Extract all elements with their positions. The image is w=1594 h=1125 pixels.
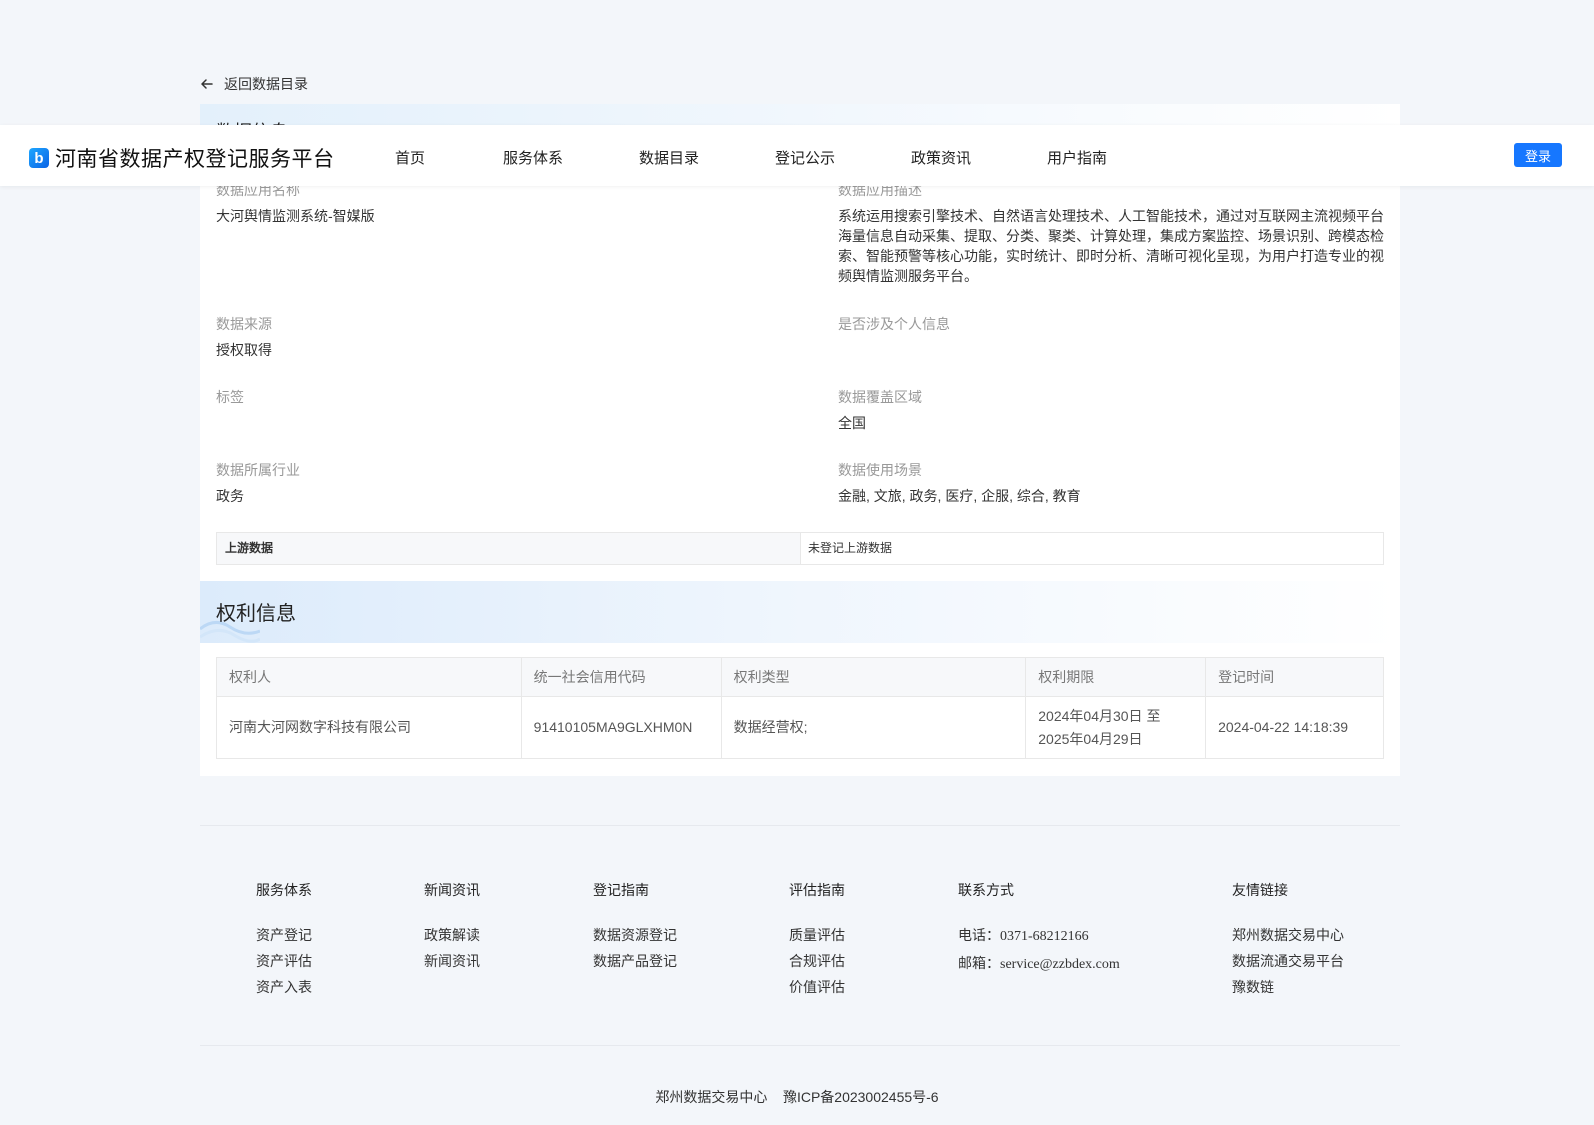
reg-time-cell: 2024-04-22 14:18:39 [1205,696,1384,759]
holder-cell: 河南大河网数字科技有限公司 [216,696,522,759]
footer-link[interactable]: 豫数链 [1232,974,1344,1000]
footer-link[interactable]: 政策解读 [424,922,480,948]
footer-col-service: 服务体系 资产登记 资产评估 资产入表 [256,880,312,1000]
region-value: 全国 [838,415,866,431]
footer-link[interactable]: 数据资源登记 [593,922,677,948]
footer-link[interactable]: 郑州数据交易中心 [1232,922,1344,948]
nav-service[interactable]: 服务体系 [503,147,563,168]
period-start: 2024年04月30日 至 [1038,707,1161,724]
table-row: 河南大河网数字科技有限公司 91410105MA9GLXHM0N 数据经营权; … [216,696,1384,759]
industry-label: 数据所属行业 [216,462,300,478]
footer-heading: 登记指南 [593,882,649,898]
phone-value: 0371-68212166 [1000,929,1089,944]
footer-link[interactable]: 资产入表 [256,974,312,1000]
top-navbar: b 河南省数据产权登记服务平台 首页 服务体系 数据目录 登记公示 政策资讯 用… [0,125,1594,186]
footer-divider-bottom [200,1045,1400,1046]
footer-heading: 新闻资讯 [424,882,480,898]
app-desc-value: 系统运用搜索引擎技术、自然语言处理技术、人工智能技术，通过对互联网主流视频平台海… [838,208,1384,284]
col-credit-code: 统一社会信用代码 [520,657,722,697]
source-value: 授权取得 [216,342,272,358]
footer-col-news: 新闻资讯 政策解读 新闻资讯 [424,880,480,974]
arrow-left-icon [201,79,213,89]
footer-link[interactable]: 资产评估 [256,948,312,974]
col-reg-time: 登记时间 [1205,657,1384,697]
col-rights-period: 权利期限 [1025,657,1207,697]
back-to-catalog-link[interactable]: 返回数据目录 [200,74,308,94]
phone-label: 电话： [958,927,1000,943]
upstream-value: 未登记上游数据 [808,541,893,555]
col-rights-type: 权利类型 [720,657,1027,697]
footer-heading: 友情链接 [1232,882,1288,898]
nav-catalog[interactable]: 数据目录 [639,147,699,168]
upstream-data-table: 上游数据 未登记上游数据 [216,532,1384,565]
nav-home[interactable]: 首页 [395,147,425,168]
footer-heading: 服务体系 [256,882,312,898]
footer-link[interactable]: 数据产品登记 [593,948,677,974]
logo-icon: b [29,148,49,168]
copyright-text: 郑州数据交易中心 豫ICP备2023002455号-6 [655,1089,939,1105]
rights-period-cell: 2024年04月30日 至 2025年04月29日 [1025,696,1207,759]
detail-card: 数据信息 数据应用名称 大河舆情监测系统-智媒版 数据应用描述 系统运用搜索引擎… [200,104,1400,776]
footer-link[interactable]: 数据流通交易平台 [1232,948,1344,974]
rights-type-cell: 数据经营权; [720,696,1027,759]
footer-heading: 评估指南 [789,882,845,898]
period-end: 2025年04月29日 [1038,730,1143,747]
site-logo[interactable]: b 河南省数据产权登记服务平台 [29,143,335,173]
credit-code-cell: 91410105MA9GLXHM0N [520,696,722,759]
footer-link[interactable]: 资产登记 [256,922,312,948]
scenario-value: 金融, 文旅, 政务, 医疗, 企服, 综合, 教育 [838,488,1081,504]
scenario-label: 数据使用场景 [838,462,922,478]
footer-col-contact: 联系方式 电话：0371-68212166 邮箱：service@zzbdex.… [958,880,1120,978]
contact-email: 邮箱：service@zzbdex.com [958,950,1120,978]
region-label: 数据覆盖区域 [838,389,922,405]
app-name-value: 大河舆情监测系统-智媒版 [216,208,375,224]
email-label: 邮箱： [958,955,1000,971]
upstream-label: 上游数据 [217,533,801,564]
footer-col-guide: 登记指南 数据资源登记 数据产品登记 [593,880,677,974]
rights-title: 权利信息 [216,603,296,625]
footer-col-eval: 评估指南 质量评估 合规评估 价值评估 [789,880,845,1000]
back-label: 返回数据目录 [224,76,308,92]
rights-table-header: 权利人 统一社会信用代码 权利类型 权利期限 登记时间 [216,657,1384,697]
col-holder: 权利人 [216,657,522,697]
nav-guide[interactable]: 用户指南 [1047,147,1107,168]
footer-link[interactable]: 价值评估 [789,974,845,1000]
footer-link[interactable]: 质量评估 [789,922,845,948]
footer-link[interactable]: 合规评估 [789,948,845,974]
footer-heading: 联系方式 [958,882,1014,898]
industry-value: 政务 [216,488,244,504]
site-title: 河南省数据产权登记服务平台 [55,148,335,171]
source-label: 数据来源 [216,316,272,332]
tags-label: 标签 [216,389,244,405]
nav-publicity[interactable]: 登记公示 [775,147,835,168]
footer-link[interactable]: 新闻资讯 [424,948,480,974]
rights-header-band: 权利信息 [200,581,1400,643]
login-button[interactable]: 登录 [1514,143,1562,167]
footer-divider-top [200,825,1400,826]
email-value[interactable]: service@zzbdex.com [1000,957,1120,972]
nav-policy[interactable]: 政策资讯 [911,147,971,168]
rights-table: 权利人 统一社会信用代码 权利类型 权利期限 登记时间 河南大河网数字科技有限公… [216,657,1384,759]
personal-info-label: 是否涉及个人信息 [838,316,950,332]
footer-col-friends: 友情链接 郑州数据交易中心 数据流通交易平台 豫数链 [1232,880,1344,1000]
contact-phone: 电话：0371-68212166 [958,922,1120,950]
